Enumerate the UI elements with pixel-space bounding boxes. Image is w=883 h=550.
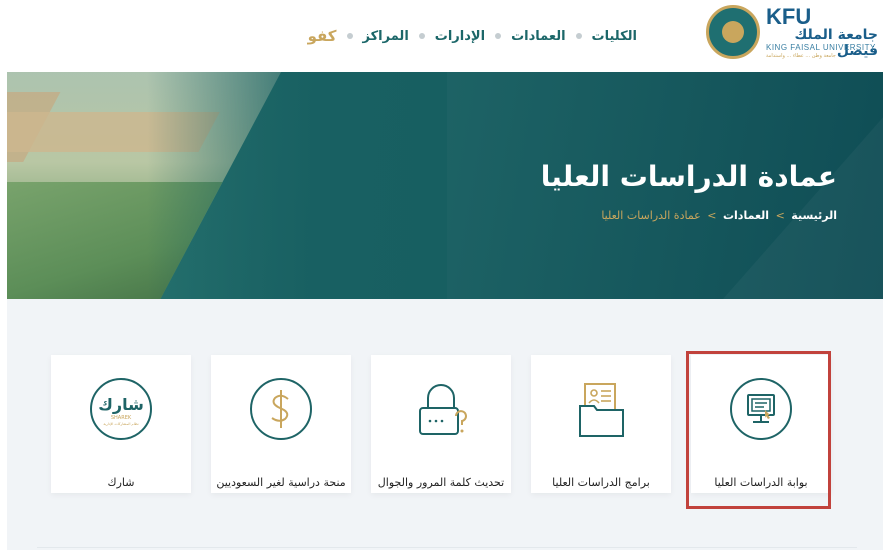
logo-name-english: KING FAISAL UNIVERSITY <box>766 43 876 52</box>
nav-separator-dot <box>495 33 502 39</box>
card-label: برامج الدراسات العليا <box>552 476 650 489</box>
page-title: عمادة الدراسات العليا <box>540 160 837 193</box>
nav-separator-dot <box>346 33 353 39</box>
sharek-arabic-text: شارك <box>98 395 144 414</box>
breadcrumb: الرئيسية > العمادات > عمادة الدراسات الع… <box>601 209 837 222</box>
card-graduate-programs[interactable]: برامج الدراسات العليا <box>531 355 671 493</box>
portal-screen-icon <box>730 378 792 440</box>
hero-gradient-overlay <box>147 72 447 299</box>
nav-administrations[interactable]: الإدارات <box>435 29 485 44</box>
logo-abbreviation: KFU <box>766 4 812 29</box>
nav-separator-dot <box>418 33 425 39</box>
section-divider <box>37 547 857 548</box>
nav-separator-dot <box>575 33 582 39</box>
breadcrumb-current: عمادة الدراسات العليا <box>601 209 701 222</box>
card-label: منحة دراسية لغير السعوديين <box>216 476 346 489</box>
password-lock-icon <box>419 384 467 435</box>
nav-colleges[interactable]: الكليات <box>592 29 637 44</box>
sharek-logo-icon: شارك SHAREK نظام المشاركات الإدارية <box>90 378 152 440</box>
nav-centers[interactable]: المراكز <box>363 29 409 44</box>
card-label: شارك <box>107 476 135 489</box>
card-label: بوابة الدراسات العليا <box>714 476 808 489</box>
programs-folder-icon <box>579 383 624 437</box>
logo-tagline: جامعة وطن ... عطاء ... واستدامة <box>766 53 836 59</box>
nav-kfo[interactable]: كفو <box>308 27 337 45</box>
card-password-update[interactable]: تحديث كلمة المرور والجوال <box>371 355 511 493</box>
kfu-logo[interactable]: KFU جامعة الملك فيصل KING FAISAL UNIVERS… <box>706 5 878 61</box>
university-seal-icon <box>706 5 760 59</box>
breadcrumb-deanships[interactable]: العمادات <box>723 209 769 222</box>
hero-banner: عمادة الدراسات العليا الرئيسية > العمادا… <box>7 72 883 299</box>
breadcrumb-separator: > <box>775 209 785 222</box>
services-section: بوابة الدراسات العليا برامج الدراسات الع… <box>7 299 883 550</box>
card-graduate-portal[interactable]: بوابة الدراسات العليا <box>691 355 831 493</box>
breadcrumb-home[interactable]: الرئيسية <box>791 209 837 222</box>
sharek-english-text: SHAREK <box>111 415 132 421</box>
dollar-scholarship-icon <box>250 378 312 440</box>
nav-deanships[interactable]: العمادات <box>511 29 565 44</box>
sharek-subtitle-text: نظام المشاركات الإدارية <box>103 422 138 427</box>
top-navigation: الكليات العمادات الإدارات المراكز كفو <box>308 27 637 45</box>
card-label: تحديث كلمة المرور والجوال <box>377 476 505 489</box>
card-sharek[interactable]: شارك SHAREK نظام المشاركات الإدارية شارك <box>51 355 191 493</box>
site-header: KFU جامعة الملك فيصل KING FAISAL UNIVERS… <box>0 0 883 72</box>
breadcrumb-separator: > <box>707 209 717 222</box>
card-scholarship[interactable]: منحة دراسية لغير السعوديين <box>211 355 351 493</box>
